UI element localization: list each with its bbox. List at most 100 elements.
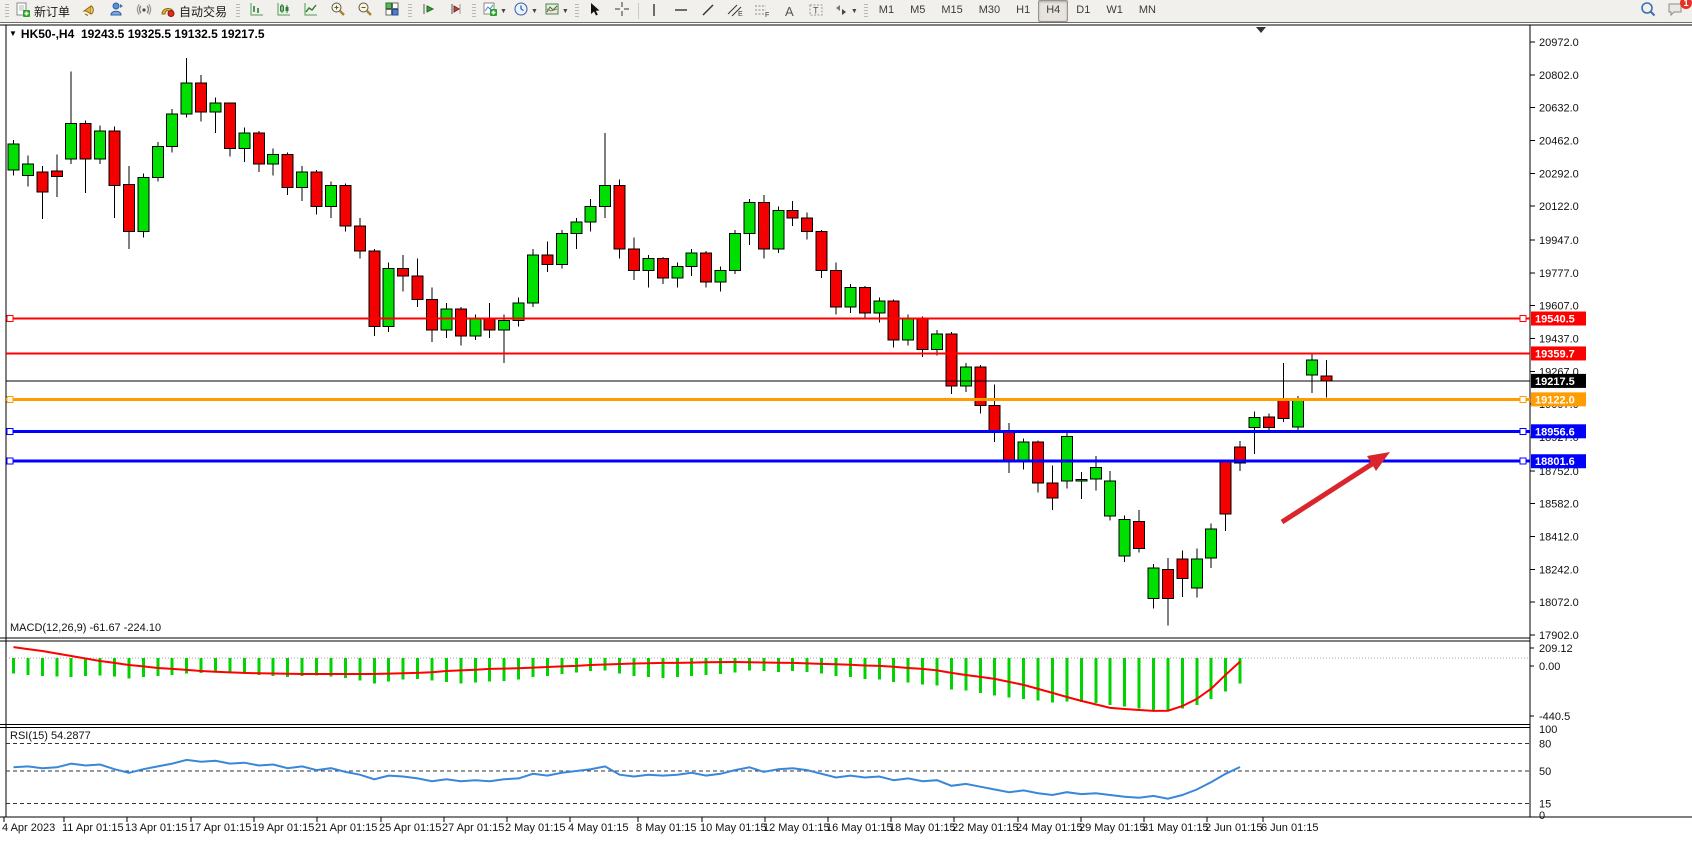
zoom-in-button[interactable] (324, 0, 351, 22)
candle-down (859, 288, 870, 313)
time-axis-label: 4 May 01:15 (568, 822, 629, 834)
shapes-button[interactable]: ▼ (830, 0, 861, 22)
notifications-button[interactable]: 1 (1661, 0, 1688, 22)
time-axis-label: 11 Apr 01:15 (62, 822, 124, 834)
time-axis-label: 24 May 01:15 (1016, 822, 1083, 834)
chart-window[interactable]: 20972.020802.020632.020462.020292.020122… (0, 23, 1692, 838)
candle-up (1206, 529, 1217, 558)
candle-up (1105, 481, 1116, 516)
price-tick-label: 18242.0 (1539, 564, 1579, 576)
search-button[interactable] (1634, 0, 1661, 22)
chart-line-button[interactable] (297, 0, 324, 22)
trendline-icon (700, 2, 716, 20)
time-axis-label: 25 Apr 01:15 (379, 822, 441, 834)
time-axis-label: 10 May 01:15 (700, 822, 767, 834)
text-icon: A (785, 5, 794, 18)
candle-down (787, 210, 798, 218)
candle-up (499, 321, 510, 331)
price-label-text: 19217.5 (1535, 376, 1575, 388)
chart-bars-button[interactable] (243, 0, 270, 22)
timeframe-m1[interactable]: M1 (871, 0, 902, 22)
chevron-down-icon: ▼ (9, 29, 17, 38)
candle-down (1134, 521, 1145, 548)
price-lines[interactable] (6, 316, 1530, 465)
label-icon: T (808, 2, 824, 20)
indicators-button[interactable]: ▼ (479, 0, 510, 22)
candle-up (571, 222, 582, 234)
trendline-button[interactable] (695, 0, 722, 22)
toolbar-grip (472, 4, 476, 19)
ohlc-open: 19243.5 (81, 27, 124, 41)
vertical-line-button[interactable] (641, 0, 668, 22)
candle-down (354, 226, 365, 251)
timeframe-w1[interactable]: W1 (1098, 0, 1131, 22)
price-tick-label: 18412.0 (1539, 531, 1579, 543)
templates-button[interactable]: ▼ (541, 0, 572, 22)
label-button[interactable]: T (803, 0, 830, 22)
timeframe-m5[interactable]: M5 (902, 0, 933, 22)
crosshair-button[interactable] (609, 0, 636, 22)
cursor-icon (587, 1, 603, 22)
candle-down (1162, 570, 1173, 599)
candle-up (932, 334, 943, 349)
horizontal-line-button[interactable] (668, 0, 695, 22)
candle-down (614, 185, 625, 249)
price-axis[interactable]: 20972.020802.020632.020462.020292.020122… (1530, 37, 1579, 642)
timeframe-m15[interactable]: M15 (933, 0, 970, 22)
zoom-out-button[interactable] (351, 0, 378, 22)
chart-legend: ▼HK50-,H4 19243.5 19325.5 19132.5 19217.… (9, 27, 265, 41)
fibonacci-button[interactable]: F (749, 0, 776, 22)
shift-marker (1256, 27, 1266, 33)
timeframe-h1[interactable]: H1 (1008, 0, 1038, 22)
timeframe-d1[interactable]: D1 (1068, 0, 1098, 22)
candle-up (441, 309, 452, 330)
equidistant-channel-button[interactable]: E (722, 0, 749, 22)
autoscroll-button[interactable] (415, 0, 442, 22)
candle-down (989, 406, 1000, 433)
candle-down (426, 299, 437, 330)
sounds-button[interactable] (76, 0, 103, 22)
chart-shift-button[interactable] (442, 0, 469, 22)
signal-button[interactable] (130, 0, 157, 22)
new-order-button[interactable]: 新订单 (12, 0, 76, 22)
candle-down (946, 334, 957, 386)
timeframe-mn[interactable]: MN (1131, 0, 1164, 22)
rsi-level-label: 100 (1539, 724, 1557, 736)
timeframe-m30[interactable]: M30 (971, 0, 1008, 22)
time-axis-label: 2 Jun 01:15 (1205, 822, 1263, 834)
tile-windows-icon (384, 1, 400, 22)
text-button[interactable]: A (776, 0, 803, 22)
candle-up (1191, 559, 1202, 588)
tile-windows-button[interactable] (378, 0, 405, 22)
timeframe-h4[interactable]: H4 (1038, 0, 1068, 22)
chart-canvas[interactable]: 20972.020802.020632.020462.020292.020122… (0, 23, 1692, 838)
candles (8, 58, 1332, 626)
candle-down (80, 124, 91, 160)
time-axis-label: 4 Apr 2023 (2, 822, 55, 834)
candle-down (802, 218, 813, 232)
time-axis[interactable]: 4 Apr 202311 Apr 01:1513 Apr 01:1517 Apr… (2, 817, 1319, 834)
candle-up (22, 164, 33, 176)
time-axis-label: 19 Apr 01:15 (252, 822, 314, 834)
price-tick-label: 17902.0 (1539, 630, 1579, 642)
macd-panel[interactable]: 209.120.00-440.5 (6, 643, 1573, 723)
candle-down (369, 251, 380, 326)
chart-candles-button[interactable] (270, 0, 297, 22)
autotrading-button[interactable]: 自动交易 (157, 0, 233, 22)
autoscroll-icon (421, 1, 437, 22)
rsi-panel[interactable]: 1008050150 (6, 724, 1557, 822)
community-button[interactable] (103, 0, 130, 22)
line-handle (1520, 316, 1526, 322)
macd-name: MACD(12,26,9) (10, 622, 86, 634)
periods-button[interactable]: ▼ (510, 0, 541, 22)
candle-down (224, 103, 235, 148)
candle-up (585, 207, 596, 222)
rsi-level-label: 80 (1539, 738, 1551, 750)
cursor-button[interactable] (582, 0, 609, 22)
channel-icon: E (726, 2, 744, 20)
candle-up (1076, 480, 1087, 482)
price-label-text: 18956.6 (1535, 426, 1575, 438)
candle-up (1249, 418, 1260, 428)
rsi-level-label: 50 (1539, 766, 1551, 778)
candle-down (888, 301, 899, 340)
